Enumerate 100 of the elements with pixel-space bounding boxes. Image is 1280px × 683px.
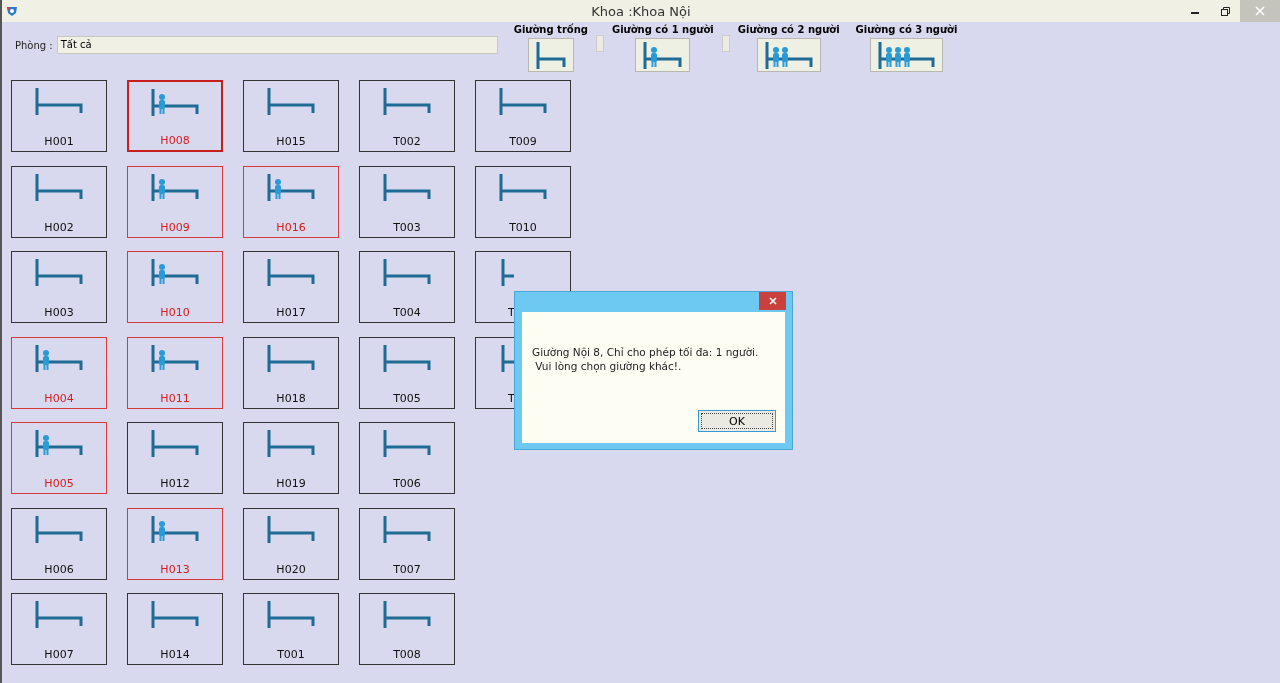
bed-tile[interactable]: H018 bbox=[243, 336, 339, 409]
bed-tile[interactable]: H005 bbox=[11, 422, 107, 494]
dialog-message: Giường Nội 8, Chỉ cho phép tối đa: 1 người. Vui lòng chọn giường khác!. bbox=[532, 345, 760, 373]
bed-icon bbox=[382, 599, 432, 629]
bed-tile[interactable]: H016 bbox=[243, 165, 339, 238]
bed-icon bbox=[266, 257, 316, 287]
bed-label: H005 bbox=[44, 477, 74, 490]
room-field[interactable]: Tất cả bbox=[56, 36, 498, 54]
bed-tile[interactable]: H003 bbox=[11, 251, 107, 323]
close-button[interactable] bbox=[759, 292, 786, 310]
bed-label: H020 bbox=[276, 562, 306, 576]
occupied-bed-icon bbox=[763, 40, 814, 70]
bed-label: T003 bbox=[393, 220, 421, 234]
occupied-bed-icon bbox=[266, 171, 316, 202]
close-icon bbox=[1255, 6, 1265, 16]
bed-label: H012 bbox=[160, 477, 190, 490]
ok-button[interactable]: OK bbox=[698, 410, 776, 432]
bed-icon bbox=[500, 342, 514, 373]
bed-label: H017 bbox=[276, 306, 306, 319]
bed-tile[interactable]: T008 bbox=[359, 593, 455, 665]
bed-label: H011 bbox=[160, 391, 190, 405]
bed-tile[interactable]: T005 bbox=[359, 336, 455, 409]
bed-label: H007 bbox=[44, 648, 74, 661]
bed-label: H009 bbox=[160, 220, 190, 234]
bed-label: H019 bbox=[276, 477, 306, 490]
bed-label: H004 bbox=[44, 391, 74, 405]
bed-tile[interactable]: T001 bbox=[243, 593, 339, 665]
bed-icon bbox=[382, 513, 432, 544]
legend-label: Giường có 3 người bbox=[855, 24, 958, 35]
legend-label: Giường trống bbox=[513, 24, 588, 35]
occupied-bed-icon bbox=[150, 171, 200, 202]
bed-icon bbox=[34, 171, 84, 202]
occupied-bed-icon bbox=[34, 428, 84, 458]
bed-icon bbox=[150, 599, 200, 629]
bed-tile[interactable]: T003 bbox=[359, 165, 455, 238]
bed-icon bbox=[34, 257, 84, 287]
bed-label: T008 bbox=[393, 648, 421, 661]
bed-label: H006 bbox=[44, 562, 74, 576]
bed-label: T009 bbox=[509, 135, 537, 148]
occupied-bed-icon bbox=[642, 40, 684, 70]
bed-icon bbox=[382, 342, 432, 373]
bed-tile[interactable]: T009 bbox=[475, 80, 571, 152]
bed-icon bbox=[34, 86, 84, 116]
bed-label: H015 bbox=[276, 135, 306, 148]
bed-icon bbox=[498, 86, 548, 116]
legend-label: Giường có 1 người bbox=[612, 24, 714, 35]
bed-tile[interactable]: H001 bbox=[11, 80, 107, 152]
bed-tile[interactable]: T007 bbox=[359, 507, 455, 580]
room-label: Phòng : bbox=[15, 39, 53, 51]
bed-tile[interactable]: H004 bbox=[11, 336, 107, 409]
bed-tile[interactable]: H007 bbox=[11, 593, 107, 665]
bed-label: H014 bbox=[160, 648, 190, 661]
bed-label: H016 bbox=[276, 220, 306, 234]
bed-label: T002 bbox=[393, 135, 421, 148]
bed-tile[interactable]: H009 bbox=[127, 165, 223, 238]
toggle-box bbox=[596, 35, 604, 52]
bed-icon bbox=[150, 428, 200, 458]
bed-label: H001 bbox=[44, 135, 74, 148]
bed-tile[interactable]: T004 bbox=[359, 251, 455, 323]
restore-icon bbox=[1220, 6, 1230, 16]
bed-tile[interactable]: H012 bbox=[127, 422, 223, 494]
bed-label: H010 bbox=[160, 306, 190, 319]
bed-tile[interactable]: H010 bbox=[127, 251, 223, 323]
bed-tile[interactable]: H008 bbox=[127, 80, 223, 152]
bed-label: T005 bbox=[393, 391, 421, 405]
app-icon bbox=[6, 5, 18, 17]
bed-tile[interactable]: H011 bbox=[127, 336, 223, 409]
bed-icon bbox=[266, 428, 316, 458]
bed-icon bbox=[382, 428, 432, 458]
bed-tile[interactable]: H017 bbox=[243, 251, 339, 323]
bed-label: H002 bbox=[44, 220, 74, 234]
bed-tile[interactable]: H002 bbox=[11, 165, 107, 238]
bed-tile[interactable]: H014 bbox=[127, 593, 223, 665]
bed-tile[interactable]: T002 bbox=[359, 80, 455, 152]
occupied-bed-icon bbox=[876, 40, 936, 70]
bed-tile[interactable]: H015 bbox=[243, 80, 339, 152]
bed-tile[interactable]: H013 bbox=[127, 507, 223, 580]
bed-icon bbox=[34, 513, 84, 544]
bed-label: H018 bbox=[276, 391, 306, 405]
occupied-bed-icon bbox=[150, 342, 200, 373]
bed-icon bbox=[500, 257, 514, 287]
bed-label: H003 bbox=[44, 306, 74, 319]
bed-tile[interactable]: H020 bbox=[243, 507, 339, 580]
occupied-bed-icon bbox=[150, 87, 200, 117]
bed-tile[interactable]: H006 bbox=[11, 507, 107, 580]
bed-icon bbox=[382, 257, 432, 287]
bed-label: H008 bbox=[160, 134, 190, 147]
bed-label: H013 bbox=[160, 562, 190, 576]
bed-icon bbox=[266, 86, 316, 116]
bed-label: T004 bbox=[393, 306, 421, 319]
bed-tile[interactable]: H019 bbox=[243, 422, 339, 494]
bed-icon bbox=[266, 342, 316, 373]
close-icon bbox=[768, 297, 777, 305]
bed-tile[interactable]: T006 bbox=[359, 422, 455, 494]
bed-icon bbox=[498, 171, 548, 202]
bed-icon bbox=[534, 40, 567, 70]
bed-tile[interactable]: T010 bbox=[475, 165, 571, 238]
occupied-bed-icon bbox=[34, 342, 84, 373]
bed-icon bbox=[382, 171, 432, 202]
bed-label: T001 bbox=[277, 648, 305, 661]
